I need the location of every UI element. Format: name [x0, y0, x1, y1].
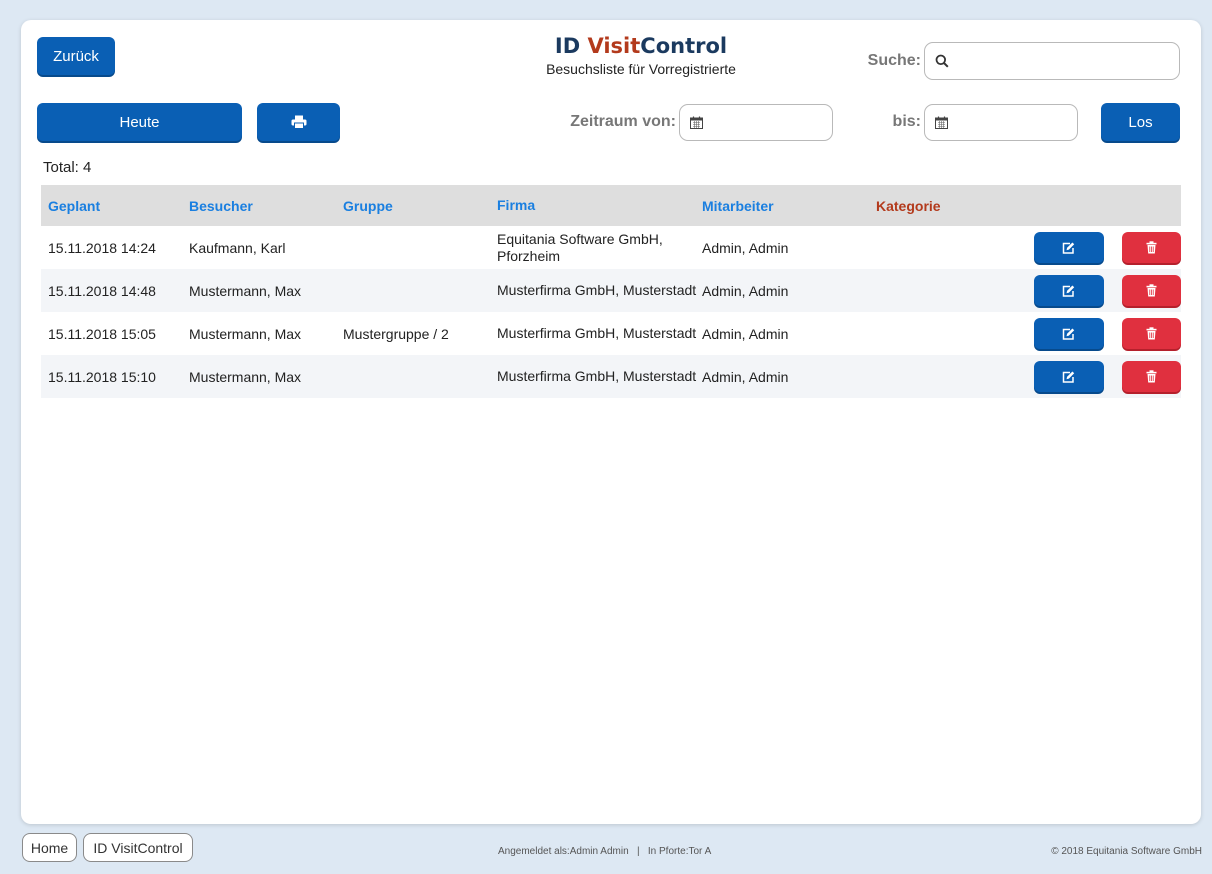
logo-accent: Visit: [587, 34, 641, 58]
print-button[interactable]: [257, 103, 340, 141]
trash-icon: [1146, 370, 1157, 383]
table-row: 15.11.2018 15:10 Mustermann, Max Musterf…: [41, 355, 1181, 398]
search-label: Suche:: [867, 52, 921, 69]
print-icon: [291, 115, 307, 129]
header-gruppe[interactable]: Gruppe: [343, 198, 497, 214]
delete-button[interactable]: [1122, 275, 1181, 306]
delete-button[interactable]: [1122, 361, 1181, 392]
cell-firma: Musterfirma GmbH, Musterstadt: [497, 368, 697, 384]
page-subtitle: Besuchsliste für Vorregistrierte: [546, 61, 736, 77]
edit-button[interactable]: [1033, 318, 1104, 349]
edit-icon: [1062, 328, 1075, 340]
back-button[interactable]: Zurück: [37, 37, 115, 75]
edit-icon: [1062, 371, 1075, 383]
logo-suffix: Control: [640, 34, 728, 58]
search-input[interactable]: [957, 53, 1179, 69]
main-panel: Zurück ID VisitControl Besuchsliste für …: [21, 20, 1201, 824]
copyright: © 2018 Equitania Software GmbH: [1051, 846, 1202, 857]
edit-button[interactable]: [1033, 361, 1104, 392]
app-button[interactable]: ID VisitControl: [83, 833, 193, 862]
table-row: 15.11.2018 14:24 Kaufmann, Karl Equitani…: [41, 226, 1181, 269]
trash-icon: [1146, 241, 1157, 254]
header-besucher[interactable]: Besucher: [189, 198, 343, 214]
calendar-icon: [690, 116, 703, 129]
cell-besucher: Mustermann, Max: [189, 325, 302, 342]
edit-icon: [1062, 285, 1075, 297]
edit-icon: [1062, 242, 1075, 254]
cell-mitarbeiter: Admin, Admin: [702, 368, 789, 385]
cell-firma: Equitania Software GmbH, Pforzheim: [497, 230, 663, 264]
cell-besucher: Mustermann, Max: [189, 282, 302, 299]
header-kategorie[interactable]: Kategorie: [876, 198, 1015, 214]
today-button[interactable]: Heute: [37, 103, 242, 141]
cell-geplant: 15.11.2018 15:10: [48, 368, 156, 385]
header-geplant[interactable]: Geplant: [41, 198, 189, 214]
cell-mitarbeiter: Admin, Admin: [702, 282, 789, 299]
cell-mitarbeiter: Admin, Admin: [702, 325, 789, 342]
cell-firma: Musterfirma GmbH, Musterstadt: [497, 282, 697, 298]
footer: Home ID VisitControl Angemeldet als:Admi…: [0, 831, 1212, 871]
table-row: 15.11.2018 15:05 Mustermann, Max Musterg…: [41, 312, 1181, 355]
cell-besucher: Kaufmann, Karl: [189, 239, 286, 256]
delete-button[interactable]: [1122, 232, 1181, 263]
total-count: Total: 4: [43, 159, 92, 176]
cell-besucher: Mustermann, Max: [189, 368, 302, 385]
cell-geplant: 15.11.2018 14:24: [48, 239, 156, 256]
table-header: Geplant Besucher Gruppe Firma Mitarbeite…: [41, 185, 1181, 226]
delete-button[interactable]: [1122, 318, 1181, 349]
cell-geplant: 15.11.2018 14:48: [48, 282, 156, 299]
edit-button[interactable]: [1033, 275, 1104, 306]
visits-table: Geplant Besucher Gruppe Firma Mitarbeite…: [41, 185, 1181, 398]
logo-prefix: ID: [554, 34, 588, 58]
header-mitarbeiter[interactable]: Mitarbeiter: [702, 198, 876, 214]
search-icon: [935, 54, 949, 68]
go-button[interactable]: Los: [1101, 103, 1180, 141]
home-button[interactable]: Home: [22, 833, 77, 862]
date-to-label: bis:: [892, 113, 921, 130]
cell-firma: Musterfirma GmbH, Musterstadt: [497, 325, 697, 341]
header-firma[interactable]: Firma: [497, 197, 702, 214]
date-from-field[interactable]: [679, 104, 892, 141]
trash-icon: [1146, 327, 1157, 340]
calendar-icon: [935, 116, 948, 129]
logo-title: ID VisitControl: [491, 34, 791, 58]
cell-gruppe: Mustergruppe / 2: [343, 325, 449, 342]
cell-mitarbeiter: Admin, Admin: [702, 239, 789, 256]
edit-button[interactable]: [1033, 232, 1104, 263]
session-info: Angemeldet als:Admin Admin | In Pforte:T…: [498, 846, 712, 857]
app-logo: ID VisitControl Besuchsliste für Vorregi…: [491, 34, 791, 77]
table-row: 15.11.2018 14:48 Mustermann, Max Musterf…: [41, 269, 1181, 312]
date-to-field[interactable]: [924, 104, 1137, 141]
trash-icon: [1146, 284, 1157, 297]
date-from-label: Zeitraum von:: [570, 113, 676, 130]
cell-geplant: 15.11.2018 15:05: [48, 325, 156, 342]
search-field[interactable]: [924, 42, 1180, 80]
